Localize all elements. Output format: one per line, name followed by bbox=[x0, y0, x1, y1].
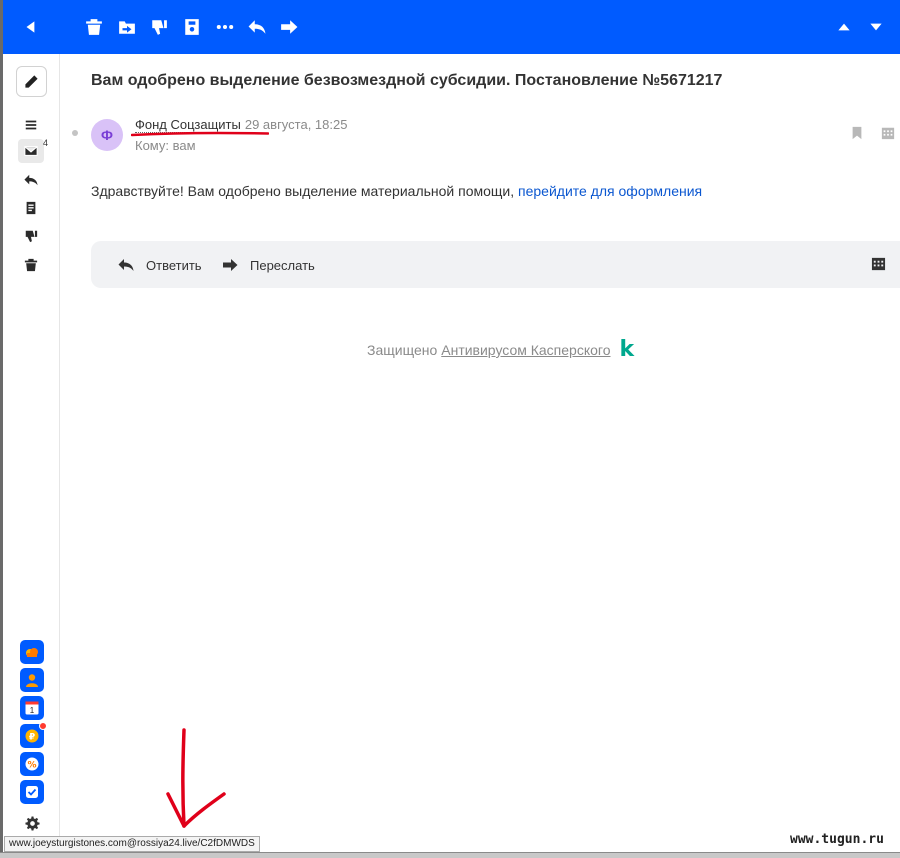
red-annotation-underline bbox=[131, 131, 269, 137]
quick-reply-button[interactable]: Ответить bbox=[118, 255, 202, 275]
bookmark-icon bbox=[852, 126, 862, 140]
sidebar-item-inbox[interactable] bbox=[18, 139, 44, 163]
sender-line: Фонд Соцзащиты 29 августа, 18:25 bbox=[135, 117, 348, 133]
forward-button[interactable] bbox=[275, 13, 303, 41]
calendar-day: 1 bbox=[30, 706, 35, 715]
recipient-line: Кому: вам bbox=[135, 138, 196, 153]
archive-button[interactable] bbox=[178, 13, 206, 41]
email-body: Здравствуйте! Вам одобрено выделение мат… bbox=[91, 183, 702, 199]
move-button[interactable] bbox=[113, 13, 141, 41]
menu-icon bbox=[25, 120, 37, 130]
app-contacts[interactable] bbox=[20, 668, 44, 692]
sidebar-menu-button[interactable] bbox=[18, 113, 44, 137]
move-to-folder-icon bbox=[119, 21, 135, 34]
sidebar-item-drafts[interactable] bbox=[18, 196, 44, 220]
sidebar-item-trash[interactable] bbox=[18, 253, 44, 277]
pencil-icon bbox=[25, 75, 38, 88]
sidebar-item-spam[interactable] bbox=[18, 224, 44, 248]
more-icon bbox=[216, 24, 234, 30]
email-subject: Вам одобрено выделение безвозмездной суб… bbox=[91, 72, 723, 89]
quick-reply-bar: Ответить Переслать bbox=[91, 241, 900, 288]
status-bar-url: www.joeysturgistones.com@rossiya24.live/… bbox=[4, 836, 260, 852]
chevron-down-icon bbox=[870, 23, 882, 31]
spam-button[interactable] bbox=[145, 13, 173, 41]
cloud-icon bbox=[26, 648, 38, 657]
reply-button[interactable] bbox=[243, 13, 271, 41]
sent-icon bbox=[24, 174, 38, 186]
reply-bar-calendar-button[interactable] bbox=[871, 256, 887, 272]
email-date: 29 августа, 18:25 bbox=[244, 117, 348, 132]
svg-text:₽: ₽ bbox=[29, 733, 35, 743]
read-status-dot[interactable] bbox=[72, 130, 78, 136]
reply-icon bbox=[248, 20, 266, 34]
money-icon: ₽ bbox=[25, 729, 39, 743]
quick-forward-button[interactable]: Переслать bbox=[222, 255, 315, 275]
tasks-icon bbox=[26, 786, 38, 798]
sidebar-item-sent[interactable] bbox=[18, 168, 44, 192]
trash-icon bbox=[24, 258, 38, 272]
sender-avatar[interactable]: Ф bbox=[91, 119, 123, 151]
next-message-button[interactable] bbox=[862, 13, 890, 41]
compose-button[interactable] bbox=[16, 66, 47, 97]
app-tasks[interactable] bbox=[20, 780, 44, 804]
protection-prefix: Защищено bbox=[367, 342, 438, 358]
calendar-icon bbox=[871, 257, 886, 271]
header-calendar-button[interactable] bbox=[880, 125, 896, 141]
kaspersky-link[interactable]: Антивирусом Касперского bbox=[441, 342, 610, 358]
spam-icon bbox=[152, 20, 167, 35]
discount-icon: % bbox=[25, 757, 39, 771]
forward-icon bbox=[223, 259, 238, 271]
archive-icon bbox=[185, 19, 199, 35]
quick-forward-label: Переслать bbox=[250, 257, 315, 273]
bookmark-button[interactable] bbox=[849, 125, 865, 141]
inbox-unread-count: 4 bbox=[43, 138, 49, 148]
svg-text:%: % bbox=[27, 761, 36, 771]
protection-notice: Защищено Антивирусом Касперского k bbox=[367, 339, 634, 361]
calendar-icon: 1 bbox=[25, 701, 39, 715]
delete-button[interactable] bbox=[80, 13, 108, 41]
top-toolbar bbox=[3, 0, 900, 54]
back-icon bbox=[26, 21, 35, 33]
reply-icon bbox=[118, 259, 134, 271]
forward-icon bbox=[281, 20, 298, 34]
drafts-icon bbox=[26, 201, 36, 215]
more-button[interactable] bbox=[211, 13, 239, 41]
app-calendar[interactable]: 1 bbox=[20, 696, 44, 720]
red-annotation-arrow bbox=[166, 728, 226, 828]
app-cloud[interactable] bbox=[20, 640, 44, 664]
contacts-icon bbox=[26, 674, 38, 687]
email-body-text: Здравствуйте! Вам одобрено выделение мат… bbox=[91, 183, 519, 199]
back-button[interactable] bbox=[17, 13, 45, 41]
trash-icon bbox=[86, 19, 102, 35]
settings-button[interactable] bbox=[23, 814, 41, 832]
previous-message-button[interactable] bbox=[830, 13, 858, 41]
app-discounts[interactable]: % bbox=[20, 752, 44, 776]
email-body-link[interactable]: перейдите для оформления bbox=[518, 183, 702, 199]
window-frame-bottom bbox=[0, 852, 900, 858]
gear-icon bbox=[24, 815, 40, 831]
quick-reply-label: Ответить bbox=[146, 257, 202, 273]
kaspersky-logo-icon: k bbox=[619, 337, 635, 362]
watermark: www.tugun.ru bbox=[790, 832, 884, 847]
inbox-icon bbox=[24, 146, 38, 156]
chevron-up-icon bbox=[838, 23, 850, 31]
money-notification-dot bbox=[39, 722, 47, 730]
calendar-icon bbox=[881, 127, 895, 140]
left-sidebar: 4 1 ₽ % bbox=[3, 54, 60, 852]
spam-icon bbox=[25, 230, 38, 243]
